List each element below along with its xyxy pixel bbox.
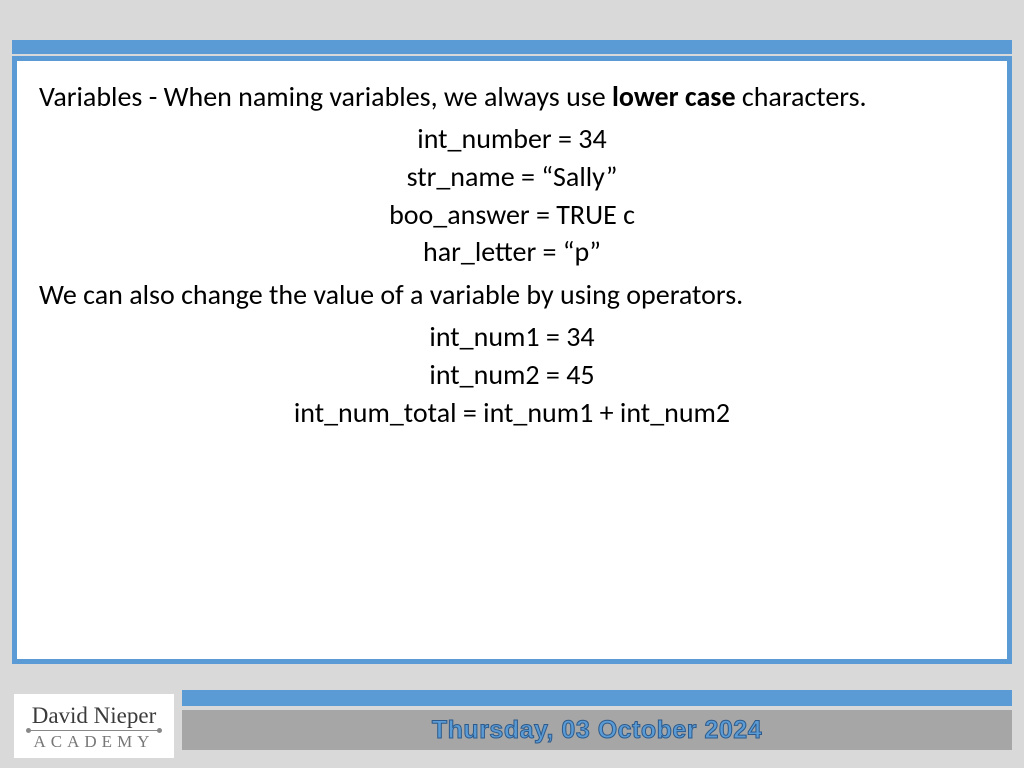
intro-bold: lower case [612,79,736,114]
footer-date: Thursday, 03 October 2024 [432,716,762,745]
example-line: boo_answer = TRUE c [39,196,985,234]
mid-paragraph: We can also change the value of a variab… [39,277,985,312]
footer-accent-bar [182,690,1012,706]
intro-prefix: Variables - When naming variables, we al… [39,79,612,114]
example-line: int_number = 34 [39,120,985,158]
example-line: int_num1 = 34 [39,318,985,356]
slide-footer: Thursday, 03 October 2024 David Nieper A… [0,682,1024,768]
logo-divider [29,730,159,731]
example-line: int_num_total = int_num1 + int_num2 [39,394,985,432]
example-line: har_letter = “p” [39,233,985,271]
example-line: str_name = “Sally” [39,158,985,196]
logo-bottom-text: ACADEMY [34,733,155,750]
footer-date-bar: Thursday, 03 October 2024 [182,710,1012,750]
top-accent-bar [12,40,1012,54]
intro-suffix: characters. [736,79,867,114]
example-line: int_num2 = 45 [39,356,985,394]
logo-top-text: David Nieper [32,704,157,727]
slide-content: Variables - When naming variables, we al… [12,56,1012,664]
intro-paragraph: Variables - When naming variables, we al… [39,79,985,114]
academy-logo: David Nieper ACADEMY [14,694,174,758]
